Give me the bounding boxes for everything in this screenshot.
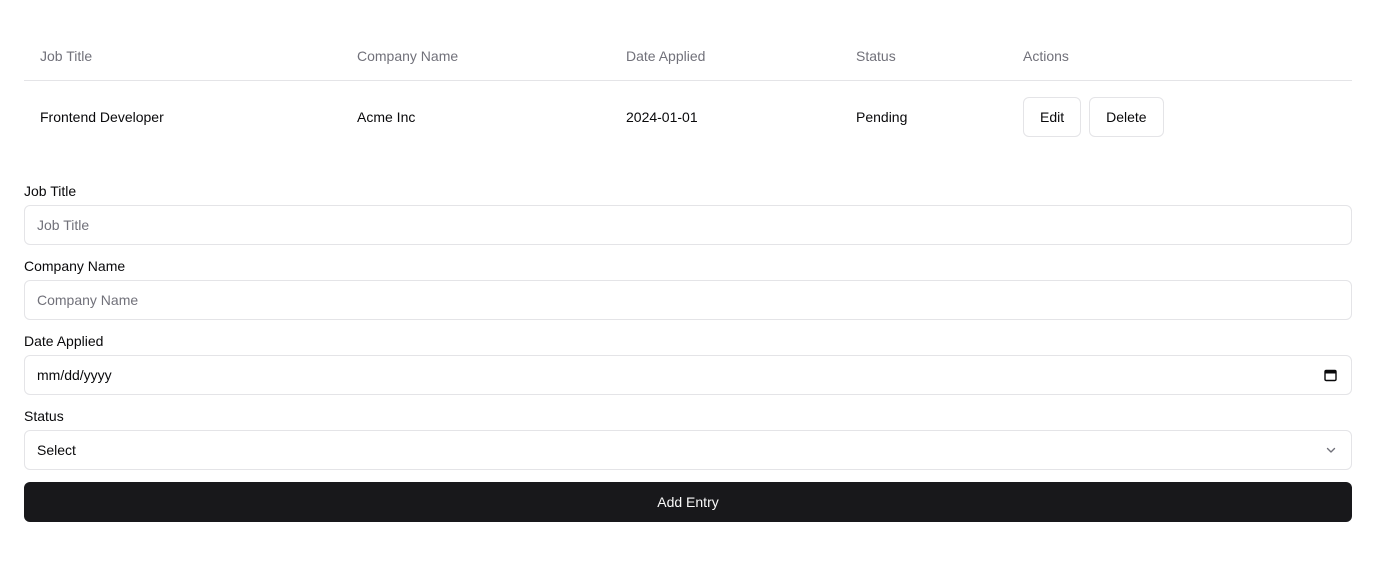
header-date-applied: Date Applied	[626, 48, 706, 64]
status-selected-value: Select	[37, 442, 76, 458]
company-name-label: Company Name	[24, 258, 126, 274]
header-actions: Actions	[1023, 48, 1069, 64]
delete-button[interactable]: Delete	[1089, 97, 1164, 137]
cell-job-title: Frontend Developer	[40, 109, 164, 125]
header-status: Status	[856, 48, 896, 64]
job-title-input[interactable]: Job Title	[24, 205, 1352, 245]
company-name-input[interactable]: Company Name	[24, 280, 1352, 320]
table-row: Frontend Developer Acme Inc 2024-01-01 P…	[24, 81, 1352, 152]
job-title-field: Job Title Job Title	[24, 182, 1352, 245]
edit-button[interactable]: Edit	[1023, 97, 1082, 137]
status-select[interactable]: Select	[24, 430, 1352, 470]
date-applied-label: Date Applied	[24, 333, 104, 349]
add-entry-form: Job Title Job Title Company Name Company…	[24, 182, 1352, 522]
calendar-icon[interactable]	[1324, 369, 1337, 382]
job-title-placeholder: Job Title	[37, 217, 90, 233]
status-label: Status	[24, 408, 64, 424]
company-name-field: Company Name Company Name	[24, 257, 1352, 320]
applications-table: Job Title Company Name Date Applied Stat…	[24, 30, 1352, 152]
job-title-label: Job Title	[24, 183, 77, 199]
header-company-name: Company Name	[357, 48, 459, 64]
date-applied-field: Date Applied mm/dd/yyyy	[24, 332, 1352, 395]
header-job-title: Job Title	[40, 48, 93, 64]
row-actions: Edit Delete	[1023, 97, 1164, 137]
add-entry-button[interactable]: Add Entry	[24, 482, 1352, 522]
company-name-placeholder: Company Name	[37, 292, 139, 308]
cell-date-applied: 2024-01-01	[626, 109, 698, 125]
chevron-down-icon	[1325, 444, 1337, 456]
status-field: Status Select	[24, 407, 1352, 470]
cell-company-name: Acme Inc	[357, 109, 416, 125]
date-applied-placeholder: mm/dd/yyyy	[37, 367, 112, 383]
cell-status: Pending	[856, 109, 908, 125]
table-header: Job Title Company Name Date Applied Stat…	[24, 30, 1352, 81]
date-applied-input[interactable]: mm/dd/yyyy	[24, 355, 1352, 395]
job-tracker-page: Job Title Company Name Date Applied Stat…	[0, 0, 1376, 561]
